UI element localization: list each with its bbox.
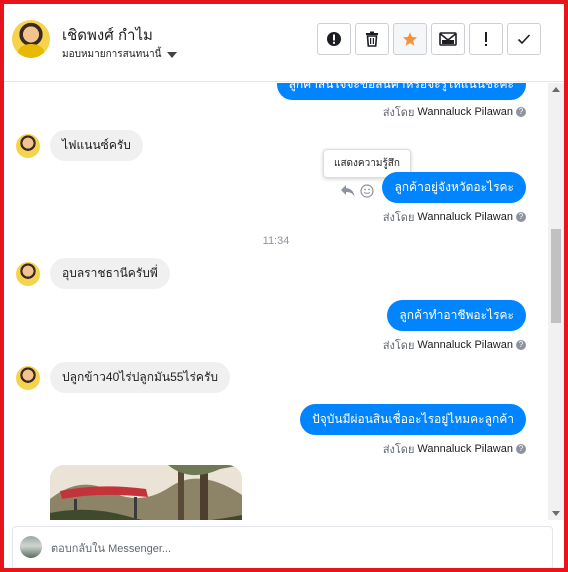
incoming-message[interactable]: ไฟแนนซ์ครับ: [50, 130, 143, 161]
sent-by-prefix: ส่งโดย: [382, 212, 415, 224]
caret-down-icon: [167, 51, 178, 58]
incoming-message[interactable]: อุบลราชธานีครับพี่: [50, 258, 170, 289]
reply-icon[interactable]: [340, 184, 356, 198]
report-icon: [327, 32, 341, 46]
assign-conversation-dropdown[interactable]: มอบหมายการสนทนานี้: [62, 47, 178, 62]
star-button[interactable]: [393, 23, 427, 55]
photo-attachment[interactable]: [50, 465, 242, 520]
info-icon[interactable]: ?: [516, 212, 526, 222]
contact-avatar-small[interactable]: [16, 366, 40, 390]
info-icon[interactable]: ?: [516, 444, 526, 454]
outgoing-message[interactable]: ลูกค้าสนใจจะขอสินค้าหรือจะรู้ให้แนนชะคะ: [276, 83, 526, 100]
info-icon[interactable]: ?: [516, 340, 526, 350]
sent-by-prefix: ส่งโดย: [382, 107, 415, 119]
mail-icon: [439, 32, 457, 46]
thread-scrollbar[interactable]: [548, 83, 564, 520]
sender-name[interactable]: Wannaluck Pilawan: [417, 211, 513, 223]
report-button[interactable]: [317, 23, 351, 55]
contact-name[interactable]: เชิดพงศ์ กำไม: [62, 23, 153, 47]
sent-by-prefix: ส่งโดย: [382, 444, 415, 456]
sent-by-line: ส่งโดย Wannaluck Pilawan ?: [383, 440, 526, 458]
page-avatar: [20, 536, 42, 558]
sent-by-prefix: ส่งโดย: [382, 340, 415, 352]
scroll-thumb[interactable]: [551, 229, 561, 323]
trash-icon: [366, 31, 378, 47]
incoming-message[interactable]: ปลูกข้าว40ไร่ปลูกมัน55ไร่ครับ: [50, 362, 231, 393]
outgoing-message[interactable]: ลูกค้าทำอาชีพอะไรคะ: [387, 300, 526, 331]
mark-unread-button[interactable]: [431, 23, 465, 55]
sender-name[interactable]: Wannaluck Pilawan: [417, 443, 513, 455]
smile-icon[interactable]: [360, 184, 374, 198]
outgoing-message[interactable]: ลูกค้าอยู่จังหวัดอะไรคะ: [382, 172, 526, 203]
sent-by-line: ส่งโดย Wannaluck Pilawan ?: [383, 336, 526, 354]
scroll-down-arrow-icon[interactable]: [552, 511, 560, 516]
message-timestamp: 11:34: [262, 235, 290, 247]
delete-button[interactable]: [355, 23, 389, 55]
outgoing-message[interactable]: ปัจุบันมีผ่อนสินเชื่ออะไรอยู่ไหมคะลูกค้า: [300, 404, 526, 435]
conversation-header: เชิดพงศ์ กำไม มอบหมายการสนทนานี้: [4, 4, 564, 82]
message-thread[interactable]: ลูกค้าสนใจจะขอสินค้าหรือจะรู้ให้แนนชะคะ …: [4, 83, 548, 520]
spam-button[interactable]: [469, 23, 503, 55]
sent-by-line: ส่งโดย Wannaluck Pilawan ?: [383, 208, 526, 226]
contact-avatar-small[interactable]: [16, 134, 40, 158]
reply-composer: [12, 526, 553, 568]
assign-label: มอบหมายการสนทนานี้: [62, 49, 162, 60]
done-button[interactable]: [507, 23, 541, 55]
sender-name[interactable]: Wannaluck Pilawan: [417, 339, 513, 351]
info-icon[interactable]: ?: [516, 107, 526, 117]
conversation-toolbar: [317, 23, 541, 55]
scroll-up-arrow-icon[interactable]: [552, 87, 560, 92]
contact-avatar-small[interactable]: [16, 262, 40, 286]
reply-input[interactable]: [51, 540, 531, 558]
photo-image: [50, 465, 242, 520]
contact-avatar[interactable]: [12, 20, 50, 58]
sender-name[interactable]: Wannaluck Pilawan: [417, 106, 513, 118]
messenger-window: เชิดพงศ์ กำไม มอบหมายการสนทนานี้ ลูกค้าส…: [0, 0, 568, 572]
exclamation-icon: [485, 32, 487, 46]
check-icon: [517, 34, 531, 45]
star-icon: [403, 32, 417, 46]
sent-by-line: ส่งโดย Wannaluck Pilawan ?: [383, 103, 526, 121]
